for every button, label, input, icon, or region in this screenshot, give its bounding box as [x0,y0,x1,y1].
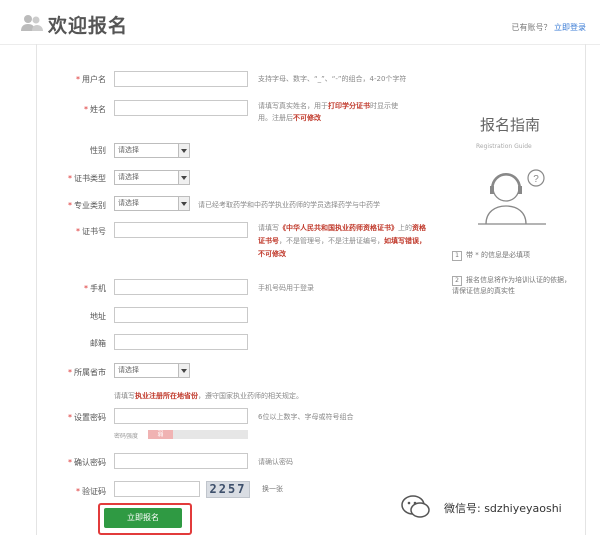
captcha-label: * 验证码 [76,487,106,496]
major-label: * 专业类别 [68,201,106,210]
major-select[interactable]: 请选择 [114,196,190,211]
name-hint: 请填写真实姓名，用于打印学分证书时显示使用。注册后不可修改 [258,102,398,122]
users-icon [21,15,43,31]
city-hint: 请填写执业注册所在地省份，遵守国家执业药师的相关规定。 [114,392,303,400]
guide-tip-1: 1带 * 的信息是必填项 [452,250,572,261]
email-input[interactable] [114,334,248,350]
phone-label: * 手机 [84,284,106,293]
guide-subtitle: Registration Guide [476,143,532,150]
name-label: * 姓名 [84,105,106,114]
cert-type-label: * 证书类型 [68,174,106,183]
email-label: 邮箱 [90,339,106,348]
cert-no-input[interactable] [114,222,248,238]
cert-no-hint: 请填写《中华人民共和国执业药师资格证书》上的资格证书号，不是管理号，不是注册证编… [258,224,426,258]
login-link[interactable]: 立即登录 [554,23,586,32]
guide-tip-2: 2 报名信息将作为培训认证的依据，请保证信息的真实性 [452,276,571,295]
cert-no-label: * 证书号 [76,227,106,236]
password-confirm-hint: 请确认密码 [258,458,293,466]
city-select[interactable]: 请选择 [114,363,190,378]
cert-type-select[interactable]: 请选择 [114,170,190,185]
svg-text:?: ? [533,174,539,185]
phone-hint: 手机号码用于登录 [258,284,314,292]
gender-label: 性别 [90,146,106,155]
username-input[interactable] [114,71,248,87]
submit-button[interactable]: 立即报名 [104,508,182,528]
major-hint: 请已经考取药学和中药学执业药师的学员选择药学与中药学 [198,201,380,209]
captcha-input[interactable] [114,481,200,497]
chevron-down-icon [178,197,189,210]
password-confirm-input[interactable] [114,453,248,469]
account-prompt-text: 已有账号？ [511,23,552,32]
username-label: * 用户名 [76,75,106,84]
username-hint: 支持字母、数字、“_”、“-”的组合，4-20个字符 [258,75,407,83]
password-hint: 6位以上数字、字母或符号组合 [258,413,354,421]
password-strength-label: 密码强度 [114,433,139,440]
wechat-icon [401,495,430,518]
password-confirm-label: * 确认密码 [68,458,106,467]
city-label: * 所属省市 [68,368,106,377]
phone-input[interactable] [114,279,248,295]
password-label: * 设置密码 [68,413,106,422]
guide-title: 报名指南 [480,116,541,134]
chevron-down-icon [178,171,189,184]
password-strength-level: 弱 [148,430,173,439]
password-strength-bar: 弱 [148,430,248,439]
captcha-image[interactable]: 2257 [206,481,250,498]
chevron-down-icon [178,144,189,157]
captcha-refresh-link[interactable]: 换一张 [262,484,283,494]
password-input[interactable] [114,408,248,424]
account-prompt: 已有账号？ 立即登录 [511,22,586,33]
address-label: 地址 [90,312,106,321]
address-input[interactable] [114,307,248,323]
gender-select[interactable]: 请选择 [114,143,190,158]
customer-service-icon: ? [478,169,546,225]
wechat-watermark: 微信号: sdzhiyeyaoshi [444,502,562,515]
name-input[interactable] [114,100,248,116]
chevron-down-icon [178,364,189,377]
page-title: 欢迎报名 [48,15,129,37]
